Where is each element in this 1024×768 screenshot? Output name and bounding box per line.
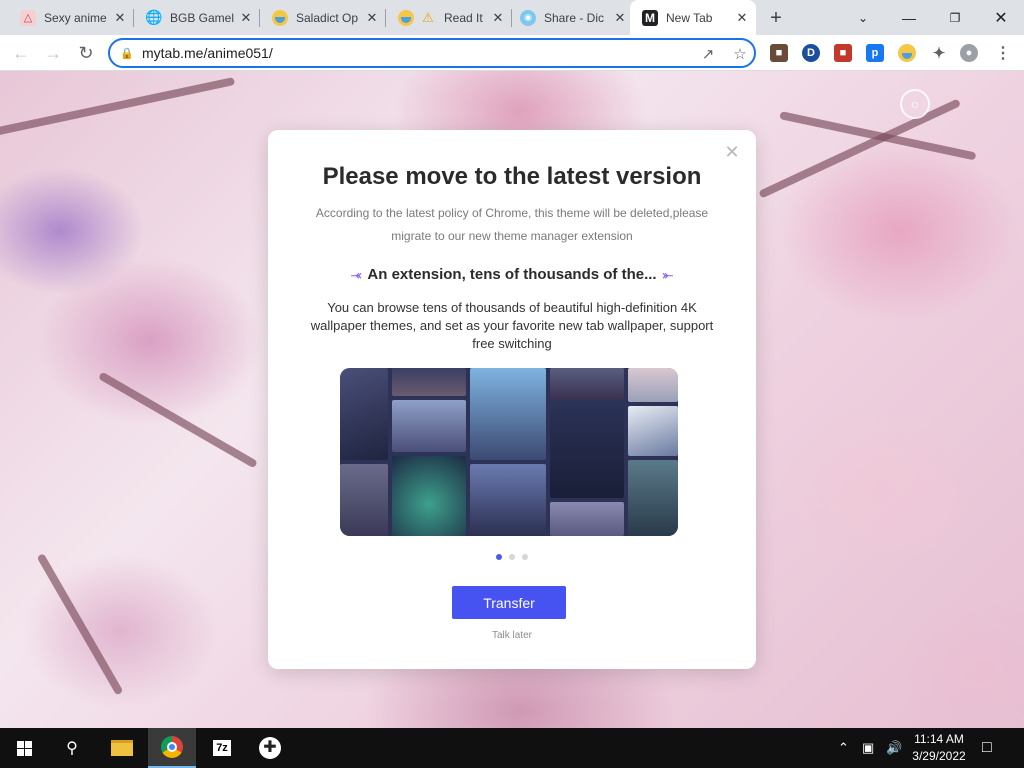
- bookmark-star-icon[interactable]: ☆: [730, 44, 750, 64]
- talk-later-link[interactable]: Talk later: [268, 630, 756, 641]
- extension-book-icon[interactable]: ■: [770, 44, 788, 62]
- gallery-thumbnail: [470, 368, 546, 460]
- show-hidden-icons-chevron-icon[interactable]: ⌃: [838, 728, 849, 768]
- anime-favicon-icon: △: [20, 9, 36, 26]
- gallery-thumbnail: [628, 368, 678, 402]
- windows-logo-icon: [16, 740, 32, 756]
- tab-title: Read It: [444, 10, 483, 25]
- wallpaper-branch: [98, 371, 258, 469]
- minimize-button[interactable]: —: [886, 0, 932, 35]
- extension-p-icon[interactable]: p: [866, 44, 884, 62]
- tab-strip: △ Sexy anime ✕ 🌐 BGB Gamel ✕ Saladict Op…: [0, 0, 1024, 35]
- tab-bgb-gamel[interactable]: 🌐 BGB Gamel ✕: [134, 0, 260, 35]
- gallery-thumbnail: [340, 464, 388, 536]
- carousel-dot[interactable]: [496, 554, 502, 560]
- wallpaper-branch: [0, 77, 236, 139]
- wallpaper-branch: [36, 553, 124, 696]
- saladict-icon: [272, 9, 288, 26]
- puzzle-extensions-icon[interactable]: ✦: [930, 44, 948, 62]
- close-tab-icon[interactable]: ✕: [490, 10, 506, 26]
- mytab-icon: M: [642, 9, 658, 26]
- saladict-icon: [398, 9, 414, 26]
- warning-icon: ⚠: [422, 9, 434, 25]
- clock-date: 3/29/2022: [912, 749, 966, 763]
- upgrade-dialog: ✕ Please move to the latest version Acco…: [268, 130, 756, 669]
- start-button[interactable]: [0, 728, 48, 768]
- 7zip-label: 7z: [213, 740, 231, 756]
- restore-button[interactable]: ❐: [932, 0, 978, 35]
- address-bar[interactable]: 🔒 mytab.me/anime051/ ↗ ☆: [108, 38, 756, 68]
- wallpaper-branch: [779, 111, 977, 161]
- transfer-button[interactable]: Transfer: [452, 586, 566, 619]
- tab-title: Saladict Op: [296, 10, 359, 25]
- wallpaper-preview-gallery: [340, 368, 678, 536]
- close-window-button[interactable]: ✕: [978, 0, 1024, 35]
- tab-title: Sexy anime: [44, 10, 107, 25]
- new-tab-page: ○ ✕ Please move to the latest version Ac…: [0, 71, 1024, 728]
- settings-circle-icon[interactable]: ○: [900, 89, 930, 119]
- extension-red-book-icon[interactable]: ■: [834, 44, 852, 62]
- network-icon[interactable]: ▣: [862, 728, 874, 768]
- browser-toolbar: ← → ↻ 🔒 mytab.me/anime051/ ↗ ☆ ■ D ■ p ✦…: [0, 35, 1024, 71]
- extension-d-icon[interactable]: D: [802, 44, 820, 62]
- gallery-thumbnail: [550, 502, 624, 536]
- gallery-thumbnail: [550, 404, 624, 498]
- forward-button[interactable]: →: [40, 40, 66, 66]
- feature-title: An extension, tens of thousands of the..…: [367, 266, 657, 283]
- tab-saladict[interactable]: Saladict Op ✕: [260, 0, 386, 35]
- url-text[interactable]: mytab.me/anime051/: [142, 45, 273, 61]
- close-tab-icon[interactable]: ✕: [612, 10, 628, 26]
- carousel-dots: [268, 554, 756, 560]
- tab-title: Share - Dic: [544, 10, 605, 25]
- close-dialog-icon[interactable]: ✕: [724, 143, 740, 161]
- profile-avatar-icon[interactable]: ●: [960, 44, 978, 62]
- tab-new-tab[interactable]: M New Tab ✕: [630, 0, 756, 35]
- chrome-menu-icon[interactable]: ⋮: [994, 44, 1012, 62]
- system-clock[interactable]: 11:14 AM 3/29/2022: [906, 731, 972, 765]
- chrome-taskbar-icon[interactable]: [148, 728, 196, 768]
- carousel-dot[interactable]: [522, 554, 528, 560]
- share-page-icon[interactable]: ↗: [698, 44, 718, 64]
- tab-share-dic[interactable]: ◉ Share - Dic ✕: [508, 0, 634, 35]
- notifications-icon[interactable]: □: [982, 728, 992, 768]
- tab-title: BGB Gamel: [170, 10, 235, 25]
- gallery-thumbnail: [470, 464, 546, 536]
- back-button[interactable]: ←: [8, 40, 34, 66]
- policy-text: According to the latest policy of Chrome…: [315, 206, 709, 243]
- feature-heading: ⤛ An extension, tens of thousands of the…: [268, 266, 756, 283]
- clock-time: 11:14 AM: [914, 732, 964, 746]
- feature-description: You can browse tens of thousands of beau…: [310, 300, 714, 351]
- gamepad-icon[interactable]: ✚: [246, 728, 294, 768]
- tab-search-chevron-icon[interactable]: ⌄: [840, 0, 886, 35]
- close-tab-icon[interactable]: ✕: [112, 10, 128, 26]
- new-tab-button[interactable]: +: [764, 6, 788, 30]
- gallery-thumbnail: [392, 368, 466, 396]
- gallery-thumbnail: [550, 368, 624, 400]
- windows-taskbar: ⚲ 7z ✚ ⌃ ▣ 🔊 11:14 AM 3/29/2022 □: [0, 728, 1024, 768]
- sparkle-right-icon: ⤜: [662, 266, 673, 282]
- gallery-thumbnail: [392, 456, 466, 536]
- file-explorer-icon[interactable]: [98, 728, 146, 768]
- gallery-thumbnail: [340, 368, 388, 460]
- close-tab-icon[interactable]: ✕: [734, 10, 750, 26]
- tab-sexy-anime[interactable]: △ Sexy anime ✕: [8, 0, 134, 35]
- gallery-thumbnail: [628, 406, 678, 456]
- lock-icon: 🔒: [120, 47, 134, 60]
- dialog-title: Please move to the latest version: [322, 163, 702, 190]
- globe-icon: 🌐: [145, 9, 163, 25]
- volume-icon[interactable]: 🔊: [886, 728, 902, 768]
- tab-read-it[interactable]: ⚠ Read It ✕: [386, 0, 512, 35]
- 7zip-icon[interactable]: 7z: [198, 728, 246, 768]
- search-icon[interactable]: ⚲: [48, 728, 96, 768]
- reload-button[interactable]: ↻: [73, 40, 99, 66]
- tab-title: New Tab: [666, 10, 713, 25]
- close-tab-icon[interactable]: ✕: [238, 10, 254, 26]
- close-tab-icon[interactable]: ✕: [364, 10, 380, 26]
- gallery-thumbnail: [628, 460, 678, 536]
- gallery-thumbnail: [392, 400, 466, 452]
- share-icon: ◉: [520, 9, 536, 26]
- sparkle-left-icon: ⤛: [351, 266, 362, 282]
- saladict-extension-icon[interactable]: [898, 44, 916, 62]
- carousel-dot[interactable]: [509, 554, 515, 560]
